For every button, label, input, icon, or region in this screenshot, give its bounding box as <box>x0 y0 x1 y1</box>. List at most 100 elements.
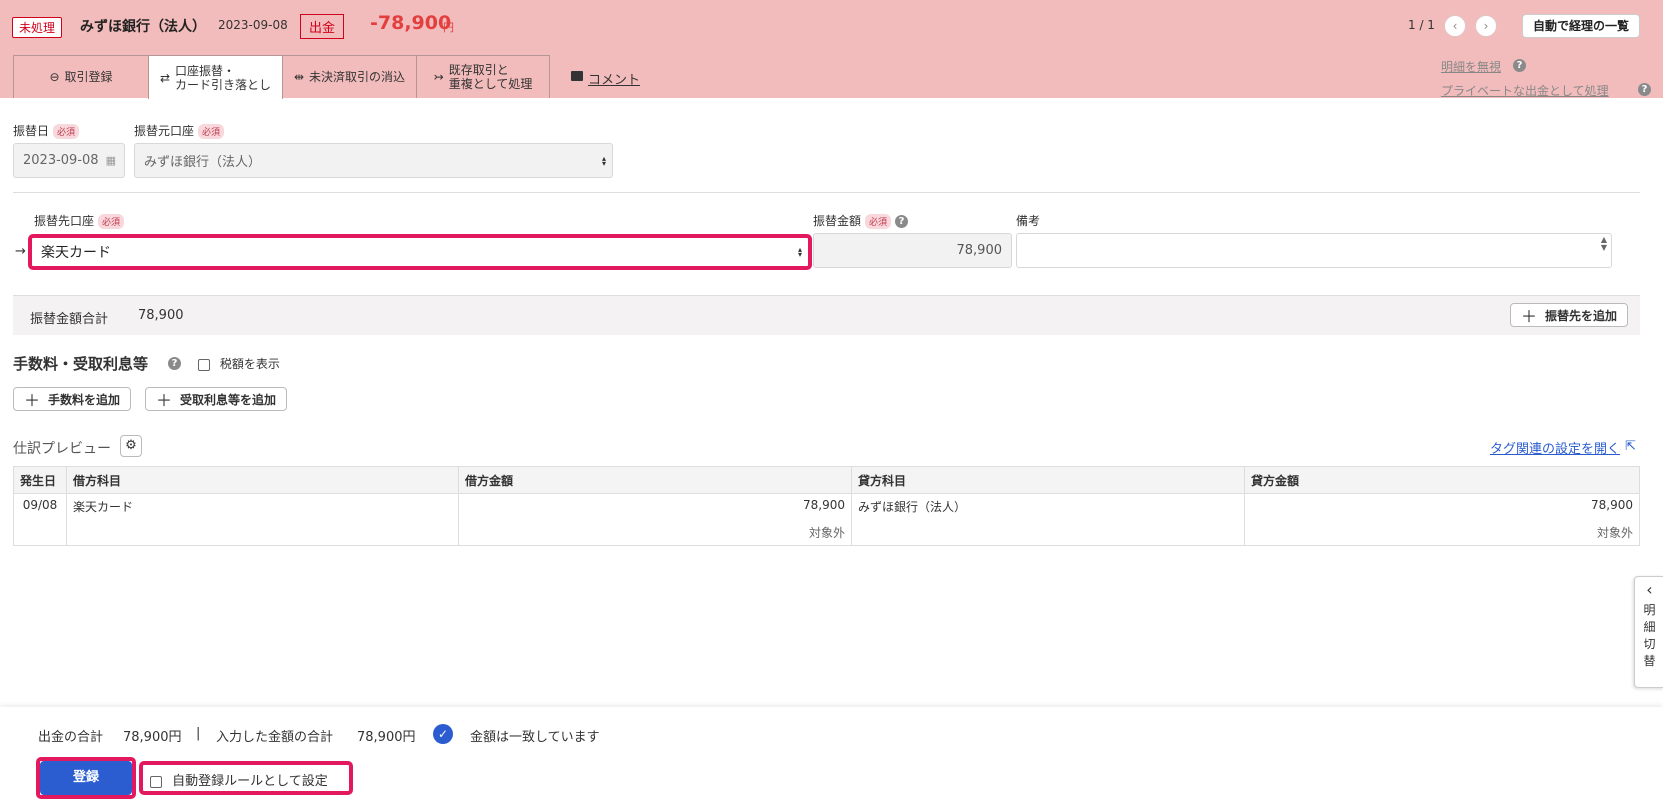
match-message: 金額は一致しています <box>470 730 600 745</box>
tax-display-checkbox[interactable]: 税額を表示 <box>198 355 280 372</box>
amount-field[interactable]: 78,900 <box>813 233 1012 268</box>
source-account-label: 振替元口座 必須 <box>134 122 225 139</box>
column-header: 借方金額 <box>458 466 852 494</box>
tab-char: 替 <box>1643 654 1656 668</box>
transfer-total-value: 78,900 <box>138 308 184 323</box>
tab-label: 既存取引と 重複として処理 <box>449 63 533 91</box>
tab-label: 未決済取引の消込 <box>309 70 406 84</box>
tab-account-transfer[interactable]: ⇄ 口座振替・ カード引き落とし <box>148 55 283 99</box>
auto-rule-checkbox[interactable]: 自動登録ルールとして設定 <box>150 770 328 789</box>
separator: | <box>196 726 201 741</box>
tab-label-line1: 口座振替・ <box>175 63 236 78</box>
withdraw-total-label: 出金の合計 <box>38 730 104 745</box>
cell-empty <box>66 519 459 546</box>
type-badge: 出金 <box>300 14 345 39</box>
gear-icon[interactable]: ⚙ <box>120 435 142 457</box>
transaction-date: 2023-09-08 <box>218 18 288 32</box>
tab-unsettled-clear[interactable]: ⇹ 未決済取引の消込 <box>282 55 417 98</box>
next-page-button[interactable]: › <box>1475 15 1497 37</box>
transfer-date-field[interactable]: 2023-09-08 ▦ <box>13 143 125 178</box>
cell-debit-tax: 対象外 <box>458 519 852 546</box>
chevron-left-icon: ‹ <box>1646 580 1653 599</box>
cell-empty <box>851 519 1245 546</box>
comment-link[interactable]: コメント <box>588 69 640 88</box>
preview-title: 仕訳プレビュー <box>13 441 111 457</box>
help-icon[interactable]: ? <box>1638 83 1651 96</box>
checkbox-box[interactable] <box>150 775 162 788</box>
tab-label-line2: カード引き落とし <box>175 77 272 92</box>
ignore-statement-link[interactable]: 明細を無視 <box>1441 58 1501 75</box>
cell-credit-tax: 対象外 <box>1244 519 1640 546</box>
column-header: 発生日 <box>13 466 67 494</box>
settle-icon: ⇹ <box>293 70 305 84</box>
add-transfer-dest-button[interactable]: ＋ 振替先を追加 <box>1510 303 1629 327</box>
tag-settings-link[interactable]: タグ関連の設定を開く <box>1490 438 1620 457</box>
tab-label-line2: 重複として処理 <box>448 77 533 91</box>
fees-title: 手数料・受取利息等 <box>13 355 149 373</box>
tab-label: 取引登録 <box>64 70 113 84</box>
button-label: 振替先を追加 <box>1545 308 1618 323</box>
ignore-label: 明細を無視 <box>1441 60 1502 74</box>
checkbox-label: 自動登録ルールとして設定 <box>172 774 328 789</box>
prev-page-button[interactable]: ‹ <box>1444 15 1466 37</box>
transaction-amount: -78,900 <box>370 12 452 34</box>
input-total-value: 78,900円 <box>357 730 416 745</box>
date-value: 2023-09-08 <box>23 153 99 168</box>
table-row: 09/08 楽天カード 78,900 みずほ銀行（法人） 78,900 <box>13 493 1640 520</box>
divider <box>13 192 1640 193</box>
cell-credit-account: みずほ銀行（法人） <box>851 493 1245 520</box>
checkbox-label: 税額を表示 <box>219 357 280 371</box>
help-icon[interactable]: ? <box>895 215 909 228</box>
help-icon[interactable]: ? <box>168 357 181 370</box>
column-header: 借方科目 <box>66 466 459 494</box>
plus-icon: ＋ <box>24 391 41 410</box>
spinner-icon: ▲ ▼ <box>1600 235 1607 252</box>
tab-label-line1: 既存取引と <box>448 63 509 77</box>
cell-debit-amount: 78,900 <box>458 493 852 520</box>
tab-duplicate-existing[interactable]: ↣ 既存取引と 重複として処理 <box>416 55 550 98</box>
tab-label: 口座振替・ カード引き落とし <box>175 64 271 92</box>
private-withdrawal-link[interactable]: プライベートな出金として処理 <box>1441 82 1609 99</box>
amount-label: 振替金額 必須? <box>813 212 909 229</box>
status-badge: 未処理 <box>12 17 63 38</box>
pager-text: 1 / 1 <box>1408 18 1435 32</box>
dest-account-value: 楽天カード <box>41 245 111 261</box>
auto-accounting-list-button[interactable]: 自動で経理の一覧 <box>1522 14 1641 38</box>
transfer-date-label: 振替日 必須 <box>13 122 80 139</box>
tab-char: 細 <box>1643 620 1656 634</box>
help-icon[interactable]: ? <box>1513 59 1526 72</box>
source-account-select[interactable]: みずほ銀行（法人） ▴ ▾ <box>134 143 613 178</box>
tab-register-transaction[interactable]: ⊖ 取引登録 <box>13 55 149 98</box>
minus-circle-icon: ⊖ <box>49 70 60 84</box>
input-total-label: 入力した金額の合計 <box>216 730 334 745</box>
add-interest-button[interactable]: ＋ 受取利息等を追加 <box>145 387 288 411</box>
comment-icon <box>571 71 583 81</box>
arrow-right-icon: → <box>15 244 26 259</box>
button-label: 受取利息等を追加 <box>180 392 277 407</box>
table-row: 対象外 対象外 <box>13 519 1640 546</box>
select-caret-icon: ▴ ▾ <box>797 245 802 259</box>
dest-account-select[interactable]: 楽天カード ▴ ▾ <box>32 238 808 266</box>
cell-date: 09/08 <box>13 493 67 520</box>
save-button[interactable]: 登録 <box>40 761 132 795</box>
checkbox-box[interactable] <box>198 358 210 371</box>
private-label: プライベートな出金として処理 <box>1441 84 1609 98</box>
cell-debit-account: 楽天カード <box>66 493 459 520</box>
source-account-value: みずほ銀行（法人） <box>144 155 262 170</box>
button-label: 手数料を追加 <box>48 392 121 407</box>
journal-preview-table: 発生日 借方科目 借方金額 貸方科目 貸方金額 09/08 楽天カード 78,9… <box>13 466 1640 546</box>
table-header-row: 発生日 借方科目 借方金額 貸方科目 貸方金額 <box>13 466 1640 494</box>
check-circle-icon: ✓ <box>433 724 453 744</box>
cell-credit-amount: 78,900 <box>1244 493 1640 520</box>
statement-switch-tab[interactable]: ‹ 明 細 切 替 <box>1634 576 1663 688</box>
dest-account-label: 振替先口座 必須 <box>34 212 125 229</box>
merge-icon: ↣ <box>433 70 444 84</box>
calendar-icon: ▦ <box>105 154 116 167</box>
memo-field[interactable]: ▲ ▼ <box>1016 233 1612 268</box>
transfer-total-band <box>13 295 1640 335</box>
external-link-icon: ⇱ <box>1625 439 1636 454</box>
tab-char: 明 <box>1643 603 1656 617</box>
plus-icon: ＋ <box>1521 307 1538 326</box>
select-caret-icon: ▴ ▾ <box>601 153 606 168</box>
add-fee-button[interactable]: ＋ 手数料を追加 <box>13 387 132 411</box>
